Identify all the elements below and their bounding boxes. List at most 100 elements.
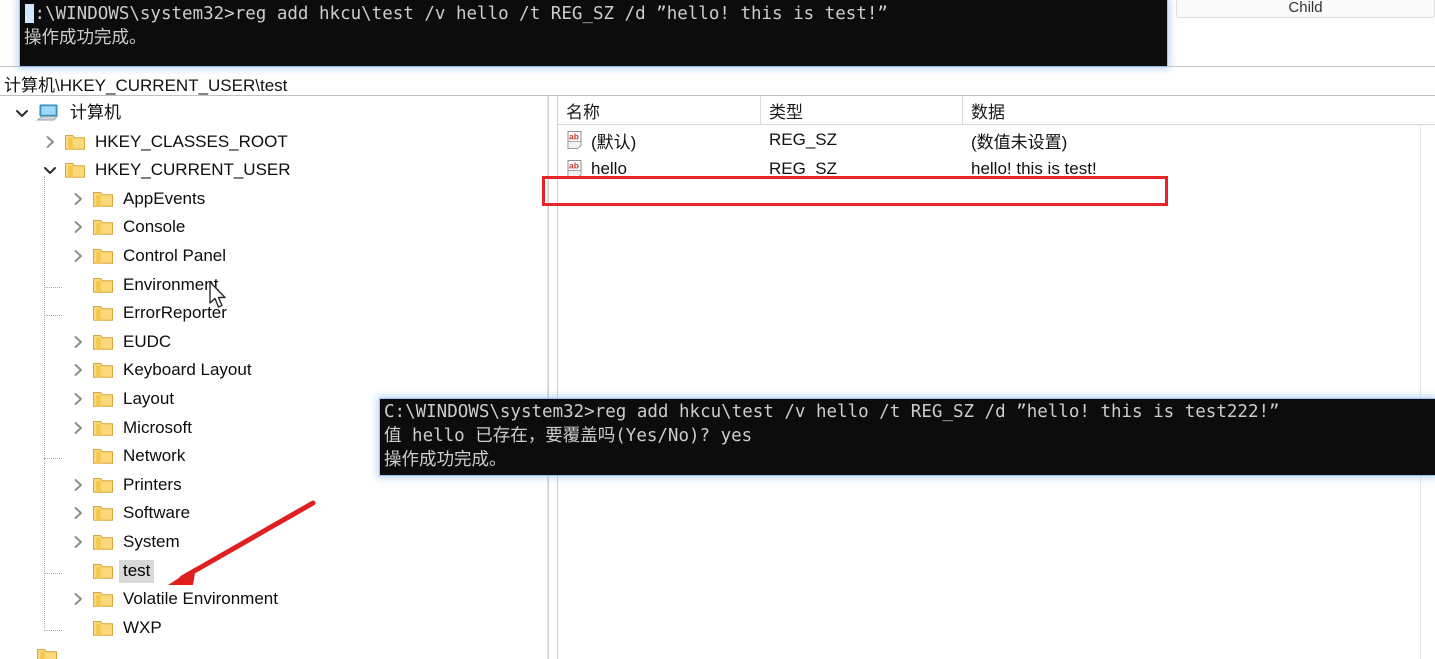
string-value-icon: ab (566, 130, 587, 150)
tree-item-label: Printers (123, 474, 182, 494)
folder-icon (64, 132, 86, 154)
folder-icon (64, 160, 86, 182)
tree-guide-line (44, 176, 45, 628)
chevron-right-icon[interactable] (38, 128, 62, 156)
tree-item-environment[interactable]: Environment (0, 271, 547, 299)
value-name-text: hello (591, 159, 627, 178)
value-list-scrollbar[interactable] (1420, 125, 1435, 659)
tree-item-system[interactable]: System (0, 528, 547, 556)
folder-icon (92, 189, 114, 211)
console-caret-top (25, 4, 34, 23)
tree-guide-stub (44, 572, 62, 574)
folder-icon (92, 389, 114, 411)
tree-item-label: ErrorReporter (123, 303, 227, 323)
console-top-line-2: 操作成功完成。 (24, 28, 147, 48)
tree-item-software[interactable]: Software (0, 499, 547, 527)
column-header-name[interactable]: 名称 (558, 96, 761, 125)
tree-item-label: Console (123, 217, 186, 237)
value-row[interactable]: ab hello REG_SZ hello! this is test! (558, 155, 1435, 183)
folder-icon (92, 475, 114, 497)
chevron-down-icon[interactable] (10, 99, 34, 127)
console-top-line-1: C:\WINDOWS\system32>reg add hkcu\test /v… (24, 4, 888, 24)
tree-item-control-panel[interactable]: Control Panel (0, 242, 547, 270)
child-card-label: Child (1288, 0, 1323, 16)
chevron-right-icon[interactable] (66, 499, 90, 527)
tree-item-errorreporter[interactable]: ErrorReporter (0, 299, 547, 327)
tree-item-appevents[interactable]: AppEvents (0, 185, 547, 213)
console-window-overlay[interactable]: C:\WINDOWS\system32>reg add hkcu\test /v… (380, 399, 1435, 475)
panes: 计算机 HKEY_CLASSES_ROOT HKEY_CURRENT_USER App… (0, 96, 1435, 659)
chevron-right-icon[interactable] (66, 528, 90, 556)
console-overlay-line-3: 操作成功完成。 (384, 450, 507, 470)
svg-text:ab: ab (569, 132, 579, 142)
tree-item-hkey-current-user[interactable]: HKEY_CURRENT_USER (0, 156, 547, 184)
folder-icon (36, 646, 58, 659)
folder-icon (92, 532, 114, 554)
folder-icon (92, 446, 114, 468)
value-list-pane[interactable]: 名称 类型 数据 ab (默认) REG_SZ (数值未设置) ab hello REG_S… (558, 96, 1435, 659)
tree-guide-stub (44, 315, 62, 317)
folder-icon (92, 418, 114, 440)
folder-icon (92, 589, 114, 611)
tree-item-label: AppEvents (123, 188, 206, 208)
string-value-icon: ab (566, 159, 587, 179)
value-type-cell: REG_SZ (769, 130, 838, 149)
pane-splitter[interactable] (548, 96, 558, 659)
tree-item-label: HKEY_CURRENT_USER (95, 160, 291, 180)
column-header-data[interactable]: 数据 (963, 96, 1435, 125)
value-type-cell: REG_SZ (769, 159, 838, 178)
tree-item-label: Software (123, 503, 191, 523)
tree-item-wxp[interactable]: WXP (0, 614, 547, 642)
address-bar[interactable]: 计算机\HKEY_CURRENT_USER\test (0, 66, 1435, 96)
tree-item-test[interactable]: test (0, 557, 547, 585)
folder-icon (92, 503, 114, 525)
folder-icon (92, 246, 114, 268)
value-data-cell: hello! this is test! (971, 159, 1097, 178)
value-name-cell: ab hello (566, 155, 766, 183)
value-name-cell: ab (默认) (566, 126, 766, 154)
tree-item-label: System (123, 532, 180, 551)
tree-item-[interactable]: 计算机 (0, 99, 547, 127)
chevron-right-icon[interactable] (66, 414, 90, 442)
tree-item-label: Network (123, 446, 186, 466)
tree-item-label: Keyboard Layout (123, 360, 252, 380)
console-overlay-line-2: 值 hello 已存在，要覆盖吗(Yes/No)? yes (384, 426, 753, 446)
value-row[interactable]: ab (默认) REG_SZ (数值未设置) (558, 126, 1435, 154)
folder-icon (92, 217, 114, 239)
tree-guide-stub (44, 458, 62, 460)
registry-tree-pane[interactable]: 计算机 HKEY_CLASSES_ROOT HKEY_CURRENT_USER App… (0, 96, 548, 659)
folder-icon (92, 303, 114, 325)
chevron-down-icon[interactable] (38, 156, 62, 184)
tree-item-label: WXP (123, 617, 162, 637)
tree-item-label: Environment (123, 274, 219, 294)
value-data-cell: (数值未设置) (971, 132, 1068, 152)
console-window-top[interactable]: C:\WINDOWS\system32>reg add hkcu\test /v… (20, 0, 1167, 66)
address-path: 计算机\HKEY_CURRENT_USER\test (4, 76, 288, 95)
child-card[interactable]: Child (1176, 0, 1435, 18)
tree-item-hkey-classes-root[interactable]: HKEY_CLASSES_ROOT (0, 128, 547, 156)
value-name-text: (默认) (591, 132, 637, 152)
folder-icon (92, 275, 114, 297)
chevron-right-icon[interactable] (66, 328, 90, 356)
tree-item-console[interactable]: Console (0, 213, 547, 241)
tree-item-volatile-environment[interactable]: Volatile Environment (0, 585, 547, 613)
tree-item-label: HKEY_CLASSES_ROOT (95, 131, 288, 151)
tree-item-label: Volatile Environment (123, 589, 278, 609)
value-list-header: 名称 类型 数据 (558, 96, 1435, 125)
tree-guide-stub (44, 286, 62, 288)
chevron-right-icon[interactable] (66, 213, 90, 241)
chevron-right-icon[interactable] (66, 585, 90, 613)
folder-icon (92, 618, 114, 640)
tree-item-keyboard-layout[interactable]: Keyboard Layout (0, 356, 547, 384)
tree-item-eudc[interactable]: EUDC (0, 328, 547, 356)
tree-item-label: Control Panel (123, 246, 227, 265)
chevron-right-icon[interactable] (66, 242, 90, 270)
column-header-type[interactable]: 类型 (761, 96, 963, 125)
chevron-right-icon[interactable] (66, 385, 90, 413)
chevron-right-icon[interactable] (66, 185, 90, 213)
svg-text:ab: ab (569, 161, 579, 171)
chevron-right-icon[interactable] (66, 471, 90, 499)
console-overlay-line-1: C:\WINDOWS\system32>reg add hkcu\test /v… (384, 402, 1280, 422)
tree-item-label: Microsoft (123, 417, 192, 437)
chevron-right-icon[interactable] (66, 356, 90, 384)
